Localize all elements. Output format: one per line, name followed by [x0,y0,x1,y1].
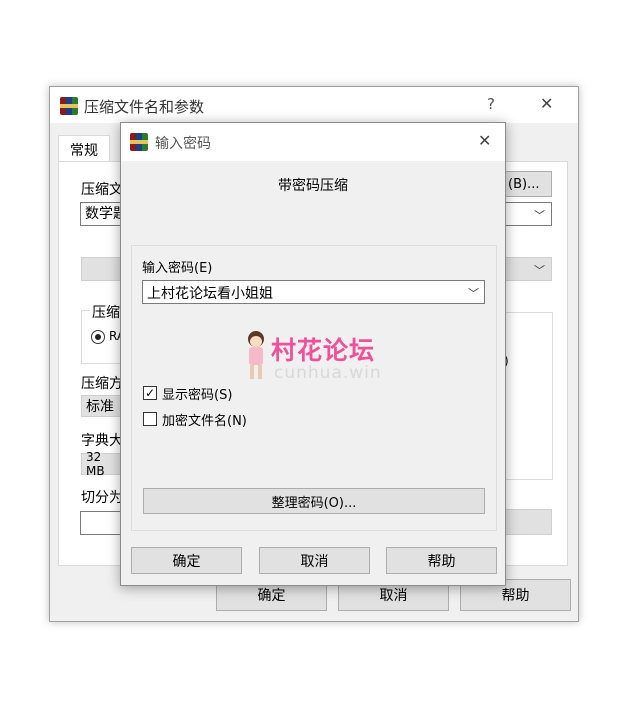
split-label: 切分为 [81,490,123,506]
browse-button[interactable]: (B)... [506,171,552,197]
ok-button[interactable]: 确定 [131,547,242,574]
window-title: 压缩文件名和参数 [84,98,205,116]
watermark-domain: cunhua.win [274,363,382,383]
radio-dot-icon [95,334,101,340]
dictionary-label: 字典大 [81,433,123,449]
cancel-button[interactable]: 取消 [259,547,370,574]
dialog-title: 输入密码 [155,136,211,152]
set-password-button[interactable] [506,509,552,535]
tab-general[interactable]: 常规 [58,135,110,163]
help-icon[interactable]: ? [487,95,495,113]
show-password-label: 显示密码(S) [162,388,233,403]
help-button[interactable]: 帮助 [386,547,497,574]
chevron-down-icon: ﹀ [468,287,479,300]
archive-name-dropdown[interactable]: ﹀ [506,202,552,226]
dialog-heading: 带密码压缩 [278,178,348,194]
show-password-checkbox[interactable]: ✓ [143,386,157,400]
close-icon[interactable]: ✕ [478,131,491,150]
title-bar: 压缩文件名和参数 ? ✕ [50,87,578,123]
chevron-down-icon: ﹀ [534,264,545,277]
update-mode-dropdown[interactable]: ﹀ [506,257,552,281]
title-bar: 输入密码 ✕ [121,123,505,161]
method-label: 压缩方 [81,376,123,392]
split-input[interactable] [80,511,122,535]
encrypt-filenames-label: 加密文件名(N) [162,414,247,429]
password-value: 上村花论坛看小姐姐 [147,286,273,302]
organize-passwords-button[interactable]: 整理密码(O)... [143,488,485,514]
password-input[interactable]: 上村花论坛看小姐姐 ﹀ [142,280,485,304]
close-icon[interactable]: ✕ [540,94,553,113]
enter-password-dialog: 输入密码 ✕ 带密码压缩 输入密码(E) 上村花论坛看小姐姐 ﹀ 村花论坛 cu… [120,122,506,586]
format-group-label: 压缩 [90,302,122,322]
method-dropdown[interactable]: 标准 [81,395,121,417]
chevron-down-icon: ﹀ [534,209,545,222]
dictionary-dropdown[interactable]: 32 MB [81,450,121,478]
checkmark-icon: ✓ [144,386,156,400]
winrar-icon [60,97,78,115]
format-radio[interactable] [91,330,105,344]
options-group [506,312,553,480]
watermark-brand: 村花论坛 [271,336,376,365]
winrar-icon [130,133,148,151]
archive-name-label: 压缩文 [81,182,123,198]
password-label: 输入密码(E) [142,261,213,276]
profile-button[interactable] [81,257,121,281]
encrypt-filenames-checkbox[interactable] [143,412,157,426]
girl-mascot-icon [241,329,271,381]
